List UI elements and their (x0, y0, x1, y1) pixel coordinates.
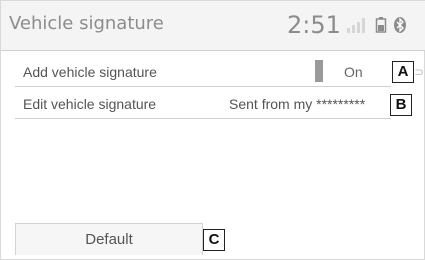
default-button-label: Default (85, 231, 133, 248)
edit-vehicle-signature-label: Edit vehicle signature (23, 96, 157, 112)
bluetooth-icon (393, 16, 407, 34)
callout-b: B (390, 94, 412, 116)
callout-a: A (392, 61, 414, 83)
header-bar: Vehicle signature 2:51 (1, 1, 425, 51)
add-vehicle-signature-row[interactable]: Add vehicle signature On (15, 57, 391, 87)
page-title: Vehicle signature (9, 13, 164, 34)
clock: 2:51 (287, 11, 341, 39)
signature-preview: Sent from my ********* (229, 96, 366, 112)
vehicle-signature-screen: Vehicle signature 2:51 Add vehicle signa… (0, 0, 425, 260)
add-vehicle-signature-label: Add vehicle signature (23, 64, 157, 80)
scroll-arrow-icon: ⊃ (414, 65, 425, 79)
toggle-state: On (344, 64, 363, 80)
signal-icon (345, 16, 369, 34)
status-icons (345, 16, 425, 36)
toggle-indicator (315, 60, 323, 82)
battery-icon (375, 16, 387, 34)
callout-c: C (203, 229, 225, 251)
default-button[interactable]: Default (15, 223, 203, 255)
edit-vehicle-signature-row[interactable]: Edit vehicle signature Sent from my ****… (15, 89, 391, 119)
